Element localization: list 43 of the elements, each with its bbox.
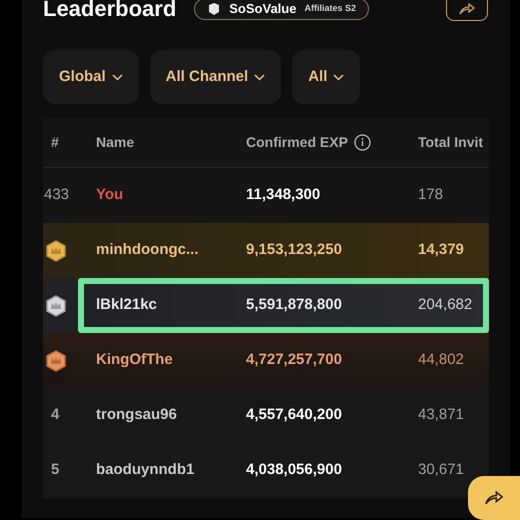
user-name: baoduynndb1 — [96, 460, 196, 480]
user-name: lBkl21kc — [96, 295, 158, 316]
invite-count: 30,671 — [418, 460, 465, 480]
filter-dropdown[interactable]: Global — [43, 50, 139, 104]
rank: 4 — [50, 405, 60, 426]
medal-icon — [45, 240, 67, 262]
share-button[interactable] — [468, 476, 520, 520]
medal-icon — [45, 294, 67, 316]
share-icon — [484, 491, 504, 505]
user-name: You — [96, 185, 124, 206]
badge-label: Affiliates S2 — [304, 2, 356, 16]
invite-count: 43,871 — [418, 405, 465, 426]
filter-dropdown[interactable]: All Channel — [150, 50, 282, 104]
exp-value: 4,557,640,200 — [246, 405, 343, 426]
user-name: trongsau96 — [96, 405, 178, 426]
chevron-down-icon — [254, 74, 266, 80]
exp-value: 9,153,123,250 — [246, 240, 343, 260]
filter-dropdown[interactable]: All — [292, 50, 360, 104]
invite-count: 178 — [418, 185, 444, 206]
exp-value: 11,348,300 — [246, 185, 322, 206]
user-name: minhdoongc... — [96, 240, 200, 260]
page-title: Leaderboard — [43, 0, 176, 20]
column-header: Confirmed EXP — [246, 133, 348, 152]
share-icon — [459, 3, 475, 15]
exp-value: 4,727,257,700 — [246, 350, 343, 370]
rank: 433 — [43, 185, 70, 206]
brand-name: SoSoValue — [229, 0, 296, 18]
exp-value: 5,591,878,800 — [246, 295, 343, 316]
column-header: # — [51, 133, 59, 152]
share-button[interactable] — [446, 0, 488, 21]
user-name: KingOfThe — [96, 350, 174, 370]
medal-icon — [45, 350, 67, 372]
invite-count: 14,379 — [418, 240, 465, 260]
invite-count: 204,682 — [418, 295, 474, 316]
column-header: Total Invit — [418, 133, 484, 152]
logo-icon — [207, 2, 222, 16]
exp-value: 4,038,056,900 — [246, 460, 343, 480]
chevron-down-icon — [112, 74, 123, 80]
invite-count: 44,802 — [418, 350, 465, 370]
chevron-down-icon — [333, 74, 344, 80]
rank: 5 — [50, 460, 60, 480]
info-icon — [354, 134, 371, 151]
column-header: Name — [96, 133, 134, 152]
